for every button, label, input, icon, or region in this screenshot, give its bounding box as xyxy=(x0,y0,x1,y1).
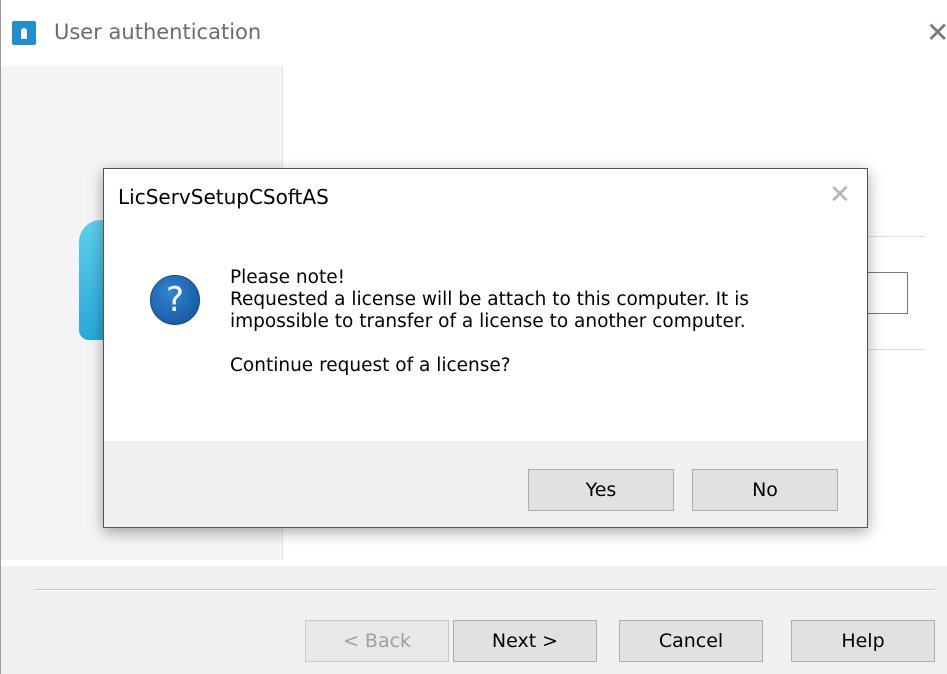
outer-title-bar: User authentication ✕ xyxy=(1,0,947,66)
dialog-close-icon[interactable]: ✕ xyxy=(829,181,853,209)
license-confirmation-dialog: LicServSetupCSoftAS ✕ ? Please note! Req… xyxy=(103,168,868,528)
question-icon: ? xyxy=(150,275,200,325)
help-button[interactable]: Help xyxy=(791,620,935,662)
message-line-transfer: impossible to transfer of a license to a… xyxy=(230,311,746,332)
key-lock-icon xyxy=(12,21,36,45)
outer-window-title: User authentication xyxy=(54,20,262,44)
next-button[interactable]: Next > xyxy=(453,620,597,662)
outer-input-field[interactable] xyxy=(867,272,908,314)
dialog-title: LicServSetupCSoftAS xyxy=(118,185,329,209)
message-line-question: Continue request of a license? xyxy=(230,355,511,376)
no-button[interactable]: No xyxy=(692,469,838,511)
dialog-message: Please note! Requested a license will be… xyxy=(230,267,850,377)
back-button[interactable]: < Back xyxy=(305,620,449,662)
footer-separator xyxy=(35,589,935,590)
outer-close-icon[interactable]: ✕ xyxy=(926,18,947,48)
message-spacer xyxy=(230,333,850,355)
message-line-note: Please note! xyxy=(230,267,346,288)
keyhole-shape xyxy=(21,28,27,39)
cancel-button[interactable]: Cancel xyxy=(619,620,763,662)
yes-button[interactable]: Yes xyxy=(528,469,674,511)
message-line-attach: Requested a license will be attach to th… xyxy=(230,289,749,310)
